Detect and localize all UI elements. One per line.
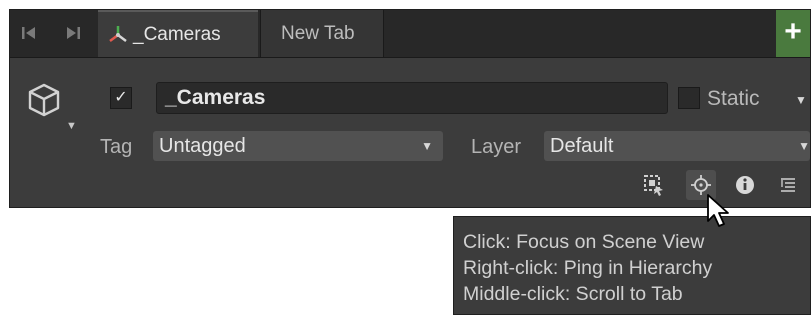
active-checkbox[interactable]: ✓ xyxy=(110,87,132,109)
icon-dropdown-arrow-icon[interactable]: ▼ xyxy=(66,120,77,132)
next-tab-icon[interactable] xyxy=(62,22,84,44)
tooltip-line-click: Click: Focus on Scene View xyxy=(463,231,705,253)
info-icon[interactable] xyxy=(730,170,760,200)
tab-cameras[interactable]: _Cameras xyxy=(98,10,258,57)
unity-scene-icon xyxy=(106,23,130,47)
tab-new-tab-label: New Tab xyxy=(281,22,355,44)
tab-new-tab[interactable]: New Tab xyxy=(260,10,384,57)
select-in-scene-icon[interactable] xyxy=(639,170,669,200)
static-dropdown-arrow-icon[interactable]: ▼ xyxy=(795,93,807,107)
layer-label: Layer xyxy=(471,136,522,158)
tag-dropdown[interactable]: Untagged ▼ xyxy=(153,131,443,161)
tag-dropdown-arrow-icon: ▼ xyxy=(421,139,433,153)
layer-dropdown[interactable]: Default ▼ xyxy=(544,131,810,161)
static-checkbox[interactable] xyxy=(678,87,700,109)
tab-bar: _Cameras New Tab + xyxy=(10,10,810,58)
tooltip-line-right-click: Right-click: Ping in Hierarchy xyxy=(463,257,713,279)
tag-label: Tag xyxy=(100,136,133,158)
layer-value: Default xyxy=(550,135,614,157)
tab-cameras-label: _Cameras xyxy=(133,23,221,45)
gameobject-icon[interactable] xyxy=(26,82,62,123)
tag-value: Untagged xyxy=(159,135,246,157)
add-tab-button[interactable]: + xyxy=(776,10,810,57)
previous-tab-icon[interactable] xyxy=(18,22,40,44)
list-menu-icon[interactable] xyxy=(773,170,803,200)
inspector-panel: _Cameras New Tab + ▼ ✓ _Cameras Static ▼… xyxy=(9,9,811,208)
layer-dropdown-arrow-icon: ▼ xyxy=(798,139,810,153)
focus-tooltip: Click: Focus on Scene View Right-click: … xyxy=(453,216,811,315)
static-label: Static xyxy=(707,87,760,110)
gameobject-name-field[interactable]: _Cameras xyxy=(156,82,668,114)
mouse-cursor-icon xyxy=(706,193,732,234)
tooltip-line-middle-click: Middle-click: Scroll to Tab xyxy=(463,283,683,305)
